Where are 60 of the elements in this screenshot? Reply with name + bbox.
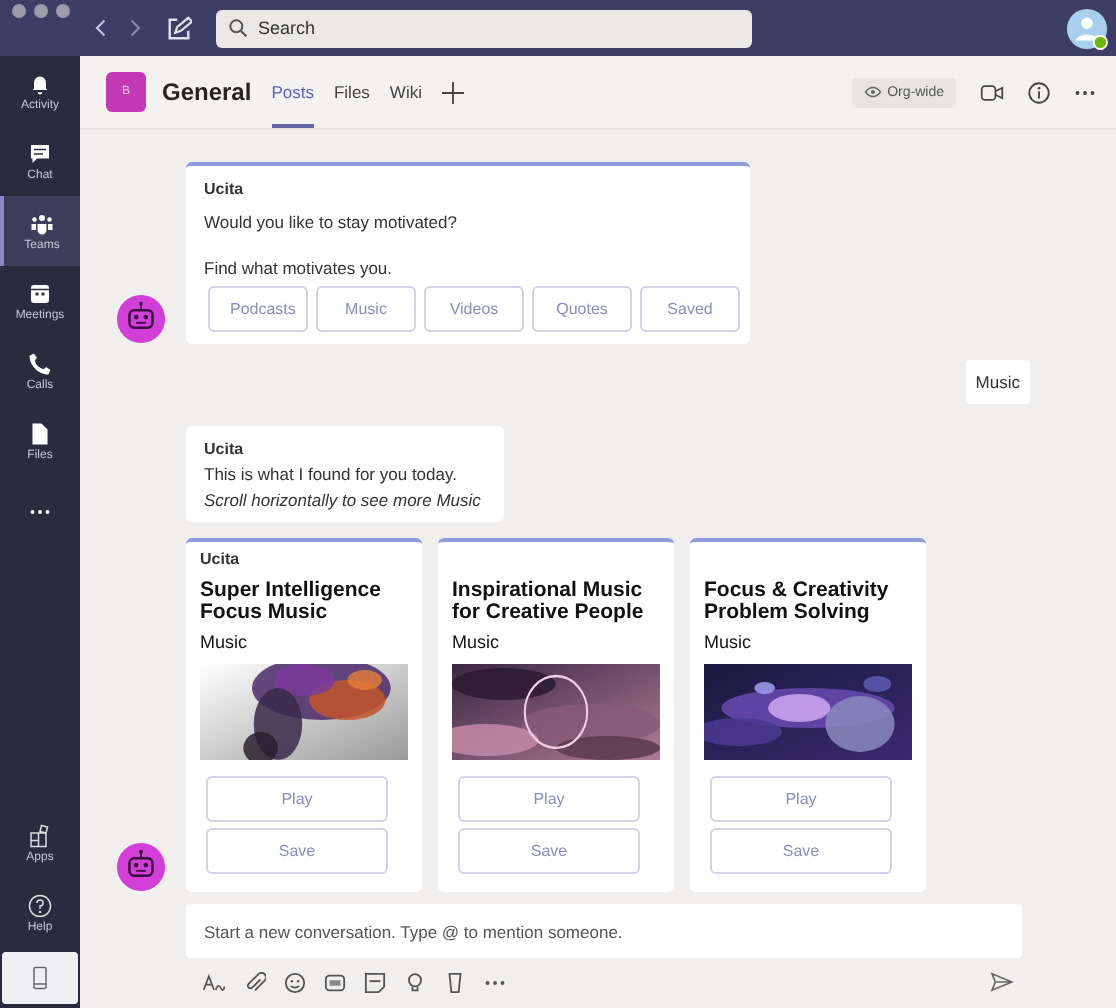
channel-tab[interactable]: Files [333, 56, 370, 128]
chat-icon [28, 141, 52, 165]
add-tab-icon[interactable] [441, 81, 464, 103]
card-title: Inspirational Music for Creative People [452, 580, 646, 624]
help-icon [28, 893, 52, 917]
lightbulb-icon[interactable] [404, 971, 426, 993]
sticker-icon[interactable] [364, 971, 386, 993]
sender-name: Ucita [204, 180, 246, 198]
apps-icon [28, 823, 52, 847]
card-button[interactable]: Play [710, 776, 892, 822]
card-title: Focus & Creativity Problem Solving [704, 580, 891, 624]
message-bubble: Music [965, 360, 1030, 404]
card-subtitle: Music [200, 632, 250, 652]
sender-name: Ucita [204, 440, 246, 458]
people-icon [30, 211, 54, 235]
card-subtitle: Music [452, 632, 502, 652]
message-text: Find what motivates you. [204, 258, 395, 278]
more-icon[interactable] [1074, 89, 1096, 95]
channel-name: General [162, 78, 252, 106]
choice-button[interactable]: Quotes [532, 286, 632, 332]
more-icon[interactable] [484, 979, 506, 985]
card-button[interactable]: Play [206, 776, 388, 822]
card-button[interactable]: Play [458, 776, 640, 822]
emoji-icon[interactable] [284, 971, 306, 993]
message-text: This is what I found for you today. [204, 464, 459, 484]
card-title: Super Intelligence Focus Music [200, 580, 383, 624]
choice-button[interactable]: Saved [640, 286, 740, 332]
phone-icon [28, 351, 52, 375]
mobile-device-icon [28, 966, 52, 990]
compose-icon[interactable] [166, 15, 192, 41]
avatar-icon[interactable] [1066, 7, 1108, 49]
channel-tab[interactable]: Wiki [389, 56, 422, 128]
file-icon [28, 421, 52, 445]
praise-icon[interactable] [444, 971, 466, 993]
back-icon[interactable] [94, 18, 106, 38]
sender-name: Ucita [200, 550, 242, 568]
choice-button[interactable]: Music [316, 286, 416, 332]
choice-button[interactable]: Videos [424, 286, 524, 332]
choice-button[interactable]: Podcasts [208, 286, 308, 332]
calendar-icon [28, 281, 52, 305]
attach-icon[interactable] [244, 971, 266, 993]
message-text: Would you like to stay motivated? [204, 212, 459, 232]
rail-item[interactable] [2, 952, 78, 1004]
format-icon[interactable] [202, 971, 226, 993]
bell-icon [28, 71, 52, 95]
search-field[interactable]: Search [216, 9, 752, 47]
card-subtitle: Music [704, 632, 754, 652]
card-button[interactable]: Save [206, 828, 388, 874]
message-input[interactable]: Start a new conversation. Type @ to mention someone. [186, 904, 1022, 958]
eye-icon [863, 86, 882, 98]
channel-tab[interactable]: Posts [271, 56, 314, 128]
gif-icon[interactable] [324, 971, 346, 993]
send-icon[interactable] [990, 972, 1014, 992]
video-icon[interactable] [980, 81, 1004, 103]
search-icon [228, 18, 248, 38]
forward-icon[interactable] [130, 18, 142, 38]
info-icon[interactable] [1028, 81, 1050, 103]
message-text: Scroll horizontally to see more Music [204, 490, 483, 510]
card-button[interactable]: Save [710, 828, 892, 874]
card-button[interactable]: Save [458, 828, 640, 874]
